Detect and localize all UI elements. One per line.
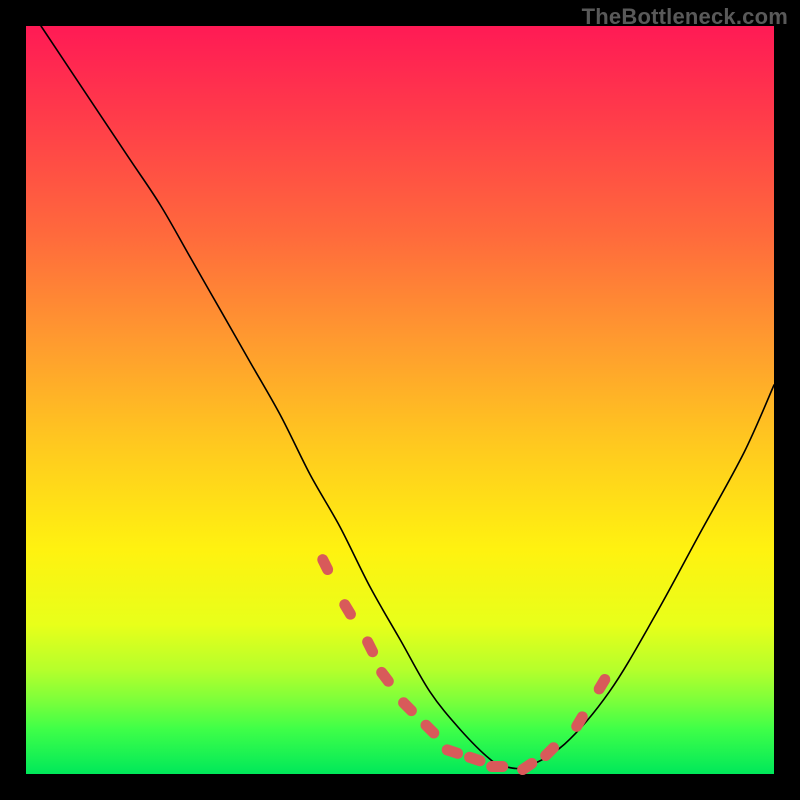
highlight-blob [360,635,380,660]
plot-area [26,26,774,774]
bottleneck-curve [41,26,774,769]
curve-svg [26,26,774,774]
chart-container: TheBottleneck.com [0,0,800,800]
highlight-blob [486,761,508,772]
highlight-blob [374,665,396,689]
highlight-blob [418,717,441,740]
highlight-blob [396,695,419,718]
highlight-blob [337,597,358,622]
highlight-blob [440,743,464,760]
highlight-blob-group [315,552,612,777]
highlight-blob [515,756,539,777]
highlight-blob [315,552,335,577]
watermark-label: TheBottleneck.com [582,4,788,30]
